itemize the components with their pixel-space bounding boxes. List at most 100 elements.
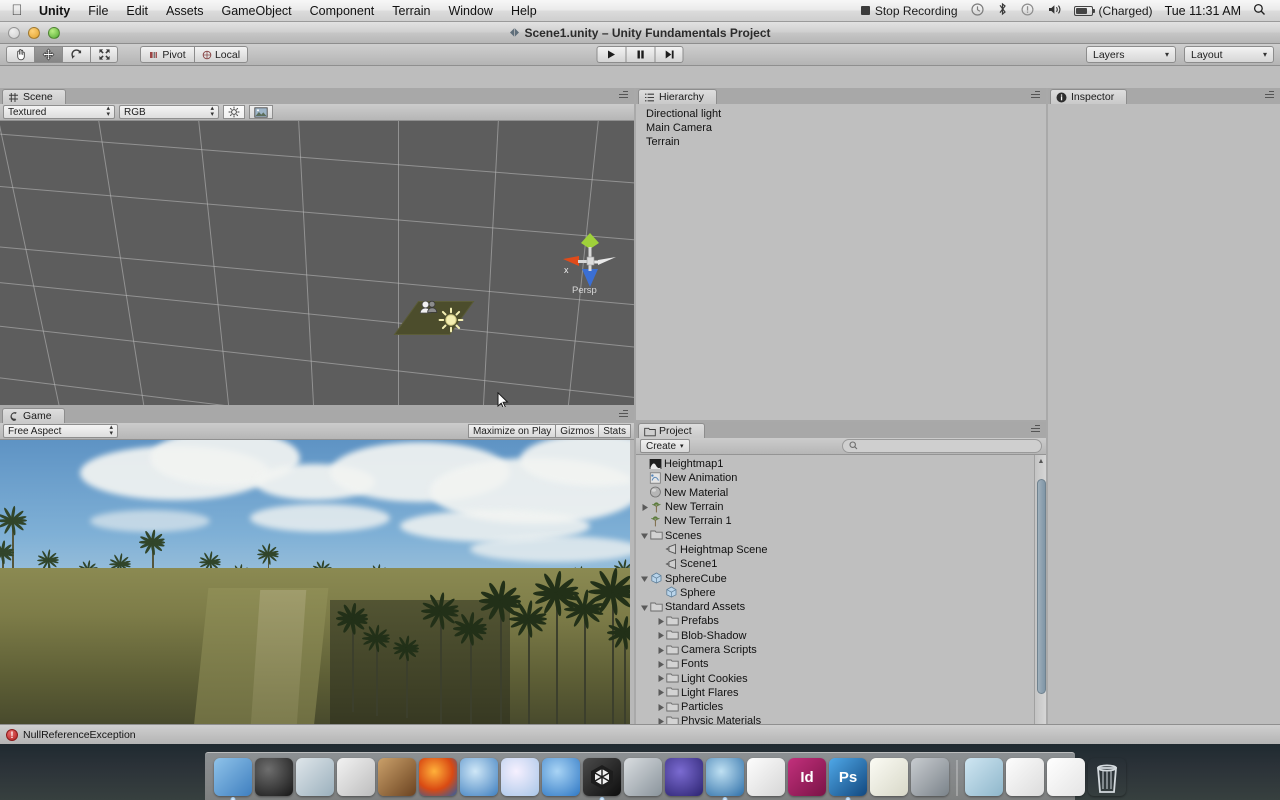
- horizontal-splitter-hier-project[interactable]: [636, 420, 1046, 422]
- project-list-item[interactable]: New Animation: [636, 471, 1034, 485]
- directional-light-gizmo-icon[interactable]: [438, 307, 464, 333]
- disclosure-triangle-closed-icon[interactable]: [656, 617, 665, 626]
- scene-fx-toggle[interactable]: [249, 105, 273, 119]
- panel-menu-icon[interactable]: [1026, 91, 1042, 101]
- dock-item-system-preferences[interactable]: [255, 758, 293, 796]
- stats-toggle[interactable]: Stats: [598, 424, 631, 438]
- project-list-item[interactable]: New Terrain 1: [636, 514, 1034, 528]
- menu-item-gameobject[interactable]: GameObject: [212, 2, 300, 20]
- dock-item-audacity[interactable]: [665, 758, 703, 796]
- render-mode-dropdown[interactable]: RGB ▴ ▾: [119, 105, 219, 119]
- project-list-item[interactable]: Light Flares: [636, 686, 1034, 700]
- disclosure-triangle-closed-icon[interactable]: [656, 660, 665, 669]
- bluetooth-icon[interactable]: [991, 2, 1014, 19]
- project-search-input[interactable]: [842, 439, 1042, 453]
- dock-item-dvd-player[interactable]: [337, 758, 375, 796]
- game-viewport[interactable]: [0, 440, 634, 736]
- disclosure-triangle-open-icon[interactable]: [640, 603, 649, 612]
- disclosure-triangle-open-icon[interactable]: [640, 531, 649, 540]
- project-list-item[interactable]: Standard Assets: [636, 600, 1034, 614]
- pivot-toggle-button[interactable]: Pivot: [140, 46, 194, 63]
- vertical-splitter-right[interactable]: [1046, 88, 1048, 744]
- menu-item-help[interactable]: Help: [502, 2, 546, 20]
- tab-inspector[interactable]: Inspector: [1050, 89, 1128, 104]
- alert-icon[interactable]: [1014, 2, 1041, 19]
- dock-item-downloads-folder[interactable]: [965, 758, 1003, 796]
- disclosure-triangle-closed-icon[interactable]: [656, 646, 665, 655]
- aspect-ratio-dropdown[interactable]: Free Aspect ▴ ▾: [3, 424, 118, 438]
- project-list-item[interactable]: Fonts: [636, 657, 1034, 671]
- dock-item-stickies[interactable]: [870, 758, 908, 796]
- step-button[interactable]: [654, 46, 684, 63]
- spotlight-search-icon[interactable]: [1249, 3, 1274, 19]
- apple-logo-icon[interactable]: : [4, 3, 30, 18]
- dock-item-white-document[interactable]: [1047, 758, 1085, 796]
- dock-item-trash[interactable]: [1088, 758, 1126, 796]
- project-list-item[interactable]: New Terrain: [636, 500, 1034, 514]
- clock-icon[interactable]: [964, 2, 991, 19]
- dock-item-rtf-document[interactable]: [1006, 758, 1044, 796]
- project-list-item[interactable]: Light Cookies: [636, 671, 1034, 685]
- scene-lighting-toggle[interactable]: [223, 105, 245, 119]
- tab-game[interactable]: Game: [2, 408, 65, 423]
- maximize-on-play-toggle[interactable]: Maximize on Play: [467, 424, 556, 438]
- panel-menu-icon[interactable]: [614, 410, 630, 420]
- dock-item-indesign[interactable]: Id: [788, 758, 826, 796]
- dock-item-garageband[interactable]: [378, 758, 416, 796]
- project-asset-list[interactable]: Heightmap1 New Animation New Material New T…: [636, 455, 1034, 744]
- project-list-item[interactable]: Camera Scripts: [636, 643, 1034, 657]
- vertical-splitter-left[interactable]: [634, 88, 636, 744]
- dock-item-utilities[interactable]: [911, 758, 949, 796]
- scale-tool-button[interactable]: [90, 46, 118, 63]
- dock-item-iphoto[interactable]: [296, 758, 334, 796]
- draw-mode-dropdown[interactable]: Textured ▴ ▾: [3, 105, 115, 119]
- panel-menu-icon[interactable]: [1026, 425, 1042, 435]
- dock-item-facetime[interactable]: [542, 758, 580, 796]
- scene-viewport[interactable]: x Persp: [0, 121, 634, 407]
- tab-hierarchy[interactable]: Hierarchy: [638, 89, 717, 104]
- disclosure-triangle-closed-icon[interactable]: [640, 503, 649, 512]
- menu-item-window[interactable]: Window: [439, 2, 501, 20]
- layout-dropdown[interactable]: Layout ▾: [1184, 46, 1274, 63]
- hierarchy-list[interactable]: Directional light Main Camera Terrain: [636, 104, 1046, 423]
- dock-item-photo-booth[interactable]: [624, 758, 662, 796]
- project-list-item[interactable]: Sphere: [636, 586, 1034, 600]
- menu-item-component[interactable]: Component: [301, 2, 384, 20]
- hierarchy-item[interactable]: Directional light: [636, 107, 1046, 121]
- disclosure-triangle-closed-icon[interactable]: [656, 688, 665, 697]
- status-bar[interactable]: ! NullReferenceException: [0, 724, 1280, 744]
- dock-item-safari[interactable]: [460, 758, 498, 796]
- disclosure-triangle-closed-icon[interactable]: [656, 674, 665, 683]
- menu-item-assets[interactable]: Assets: [157, 2, 213, 20]
- dock-item-textedit[interactable]: [747, 758, 785, 796]
- local-toggle-button[interactable]: Local: [194, 46, 248, 63]
- project-list-item[interactable]: SphereCube: [636, 571, 1034, 585]
- menu-item-file[interactable]: File: [79, 2, 117, 20]
- project-scrollbar[interactable]: ▲ ▼: [1034, 455, 1046, 744]
- disclosure-triangle-closed-icon[interactable]: [656, 631, 665, 640]
- dock-item-firefox[interactable]: [419, 758, 457, 796]
- menu-item-edit[interactable]: Edit: [117, 2, 157, 20]
- panel-menu-icon[interactable]: [1260, 91, 1276, 101]
- dock-item-unity[interactable]: [583, 758, 621, 800]
- project-scrollbar-thumb[interactable]: [1037, 479, 1046, 694]
- rotate-tool-button[interactable]: [62, 46, 90, 63]
- menu-item-terrain[interactable]: Terrain: [383, 2, 439, 20]
- move-tool-button[interactable]: [34, 46, 62, 63]
- gizmos-toggle[interactable]: Gizmos: [555, 424, 599, 438]
- disclosure-triangle-open-icon[interactable]: [640, 574, 649, 583]
- project-list-item[interactable]: Blob-Shadow: [636, 629, 1034, 643]
- project-list-item[interactable]: Particles: [636, 700, 1034, 714]
- menu-item-unity[interactable]: Unity: [30, 2, 79, 20]
- create-asset-button[interactable]: Create ▾: [640, 439, 690, 453]
- dock-item-finder[interactable]: [214, 758, 252, 800]
- project-list-item[interactable]: Prefabs: [636, 614, 1034, 628]
- hand-tool-button[interactable]: [6, 46, 34, 63]
- tab-project[interactable]: Project: [638, 423, 705, 438]
- play-button[interactable]: [596, 46, 626, 63]
- project-list-item[interactable]: Scenes: [636, 528, 1034, 542]
- stop-recording-status[interactable]: Stop Recording: [855, 4, 964, 18]
- layers-dropdown[interactable]: Layers ▾: [1086, 46, 1176, 63]
- project-list-item[interactable]: New Material: [636, 486, 1034, 500]
- hierarchy-item[interactable]: Main Camera: [636, 121, 1046, 135]
